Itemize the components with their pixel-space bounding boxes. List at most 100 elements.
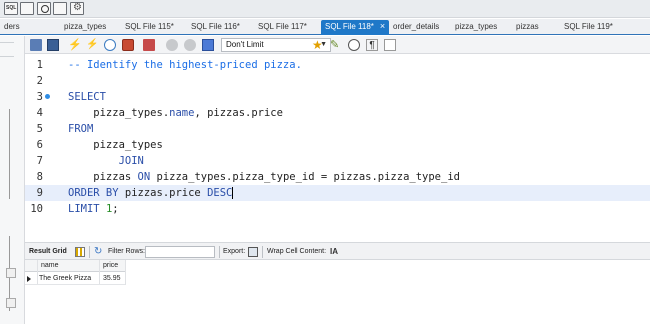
execute-icon[interactable]: ⚡ bbox=[68, 39, 82, 51]
divider bbox=[0, 42, 14, 43]
editor-toolbar: ⚡ ⚡ Don't Limit ▼ ★ ✎ ¶ bbox=[25, 36, 650, 54]
sql-keyword: JOIN bbox=[68, 155, 144, 167]
code-line[interactable]: 6 pizza_types bbox=[25, 137, 650, 153]
tab-sql-file-115[interactable]: SQL File 115* bbox=[121, 21, 174, 35]
toggle-output-icon[interactable] bbox=[143, 39, 155, 51]
current-row-marker-icon bbox=[27, 276, 31, 282]
sql-text: pizza_types.pizza_type_id = pizzas.pizza… bbox=[150, 171, 460, 183]
bookmark-icon[interactable]: ★ bbox=[312, 39, 324, 51]
open-folder-icon[interactable] bbox=[30, 39, 42, 51]
code-line[interactable]: 8 pizzas ON pizza_types.pizza_type_id = … bbox=[25, 169, 650, 185]
tab-sql-file-118[interactable]: SQL File 118* × bbox=[321, 20, 390, 35]
sql-editor[interactable]: 1 -- Identify the highest-priced pizza. 2 3… bbox=[25, 55, 650, 235]
tab-order-details[interactable]: order_details bbox=[389, 21, 439, 35]
save-icon[interactable] bbox=[47, 39, 59, 51]
line-number: 1 bbox=[36, 59, 43, 71]
invisible-chars-icon[interactable]: ¶ bbox=[366, 39, 378, 51]
tab-ders[interactable]: ders bbox=[0, 21, 20, 35]
open-sql-file-icon[interactable] bbox=[20, 2, 34, 15]
sql-text: pizza_types. bbox=[68, 107, 170, 119]
sql-keyword: SELECT bbox=[68, 91, 106, 103]
panel-toggle-icon[interactable] bbox=[6, 298, 16, 308]
sql-text: , pizzas.price bbox=[194, 107, 283, 119]
tab-label: SQL File 116* bbox=[191, 22, 240, 31]
sql-text: pizzas.price bbox=[118, 187, 208, 199]
table-row[interactable]: The Greek Pizza 35.95 bbox=[25, 273, 125, 285]
filter-rows-input[interactable] bbox=[145, 246, 215, 258]
code-line[interactable]: 1 -- Identify the highest-priced pizza. bbox=[25, 57, 650, 73]
tab-label: order_details bbox=[393, 22, 440, 31]
cell-price[interactable]: 35.95 bbox=[103, 273, 121, 285]
create-schema-icon[interactable] bbox=[53, 2, 67, 15]
line-number: 8 bbox=[36, 171, 43, 183]
tab-pizza-types[interactable]: pizza_types bbox=[60, 21, 106, 35]
tab-label: SQL File 119* bbox=[564, 22, 613, 31]
fold-marker-icon[interactable] bbox=[45, 94, 50, 99]
result-grid-tab[interactable]: Result Grid bbox=[29, 244, 67, 260]
find-icon[interactable] bbox=[348, 39, 360, 51]
navigator-panel bbox=[0, 36, 25, 324]
tab-pizzas[interactable]: pizzas bbox=[512, 21, 539, 35]
divider bbox=[89, 246, 90, 258]
line-number: 9 bbox=[36, 187, 43, 199]
code-line[interactable]: 10 LIMIT 1; bbox=[25, 201, 650, 217]
panel-toggle-icon[interactable] bbox=[6, 268, 16, 278]
explain-icon[interactable] bbox=[104, 39, 116, 51]
sql-comment: -- Identify the highest-priced pizza. bbox=[68, 59, 302, 71]
code-text: pizzas ON pizza_types.pizza_type_id = pi… bbox=[68, 169, 460, 185]
line-number: 6 bbox=[36, 139, 43, 151]
pane-splitter[interactable] bbox=[25, 235, 650, 242]
tab-label: ders bbox=[4, 22, 20, 31]
wrap-cell-label: Wrap Cell Content: bbox=[267, 248, 327, 255]
autocommit-icon[interactable] bbox=[202, 39, 214, 51]
code-text: JOIN bbox=[68, 153, 144, 169]
tree-line bbox=[9, 109, 10, 199]
code-line[interactable]: 2 bbox=[25, 73, 650, 89]
word-wrap-icon[interactable] bbox=[384, 39, 396, 51]
column-header-name[interactable]: name bbox=[41, 260, 59, 272]
line-number: 7 bbox=[36, 155, 43, 167]
code-line[interactable]: 5 FROM bbox=[25, 121, 650, 137]
grid-header: name price bbox=[25, 260, 125, 272]
commit-icon[interactable] bbox=[166, 39, 178, 51]
code-text: -- Identify the highest-priced pizza. bbox=[68, 57, 302, 73]
sql-keyword: ORDER BY bbox=[68, 187, 119, 199]
tab-sql-file-119[interactable]: SQL File 119* bbox=[560, 21, 613, 35]
text-caret bbox=[232, 187, 234, 199]
beautify-icon[interactable]: ✎ bbox=[330, 39, 342, 51]
line-number: 3 bbox=[36, 91, 43, 103]
execute-current-icon[interactable]: ⚡ bbox=[86, 39, 98, 51]
code-text: pizza_types bbox=[68, 137, 163, 153]
result-toolbar: Result Grid ↻ Filter Rows: Export: Wrap … bbox=[25, 242, 650, 260]
tab-label: SQL File 117* bbox=[258, 22, 307, 31]
code-line[interactable]: 7 JOIN bbox=[25, 153, 650, 169]
grid-view-icon[interactable] bbox=[75, 247, 85, 257]
sql-text: name bbox=[169, 107, 195, 119]
refresh-icon[interactable]: ↻ bbox=[94, 247, 104, 257]
tab-label: SQL File 115* bbox=[125, 22, 174, 31]
new-sql-tab-icon[interactable] bbox=[4, 2, 18, 15]
sql-keyword: FROM bbox=[68, 123, 94, 135]
code-line[interactable]: 4 pizza_types.name, pizzas.price bbox=[25, 105, 650, 121]
column-header-price[interactable]: price bbox=[103, 260, 118, 272]
wrap-cell-icon[interactable]: IA bbox=[330, 247, 340, 257]
tab-pizza-types-2[interactable]: pizza_types bbox=[451, 21, 497, 35]
sql-keyword: LIMIT bbox=[68, 203, 100, 215]
tab-label: pizzas bbox=[516, 22, 539, 31]
export-icon[interactable] bbox=[248, 247, 258, 257]
sql-keyword: DESC bbox=[207, 187, 233, 199]
rollback-icon[interactable] bbox=[184, 39, 196, 51]
code-text: FROM bbox=[68, 121, 93, 137]
inspector-icon[interactable] bbox=[37, 2, 51, 15]
code-line[interactable]: 3 SELECT bbox=[25, 89, 650, 105]
close-tab-icon[interactable]: × bbox=[380, 21, 385, 31]
cell-name[interactable]: The Greek Pizza bbox=[39, 273, 91, 285]
settings-icon[interactable] bbox=[70, 2, 84, 15]
code-line[interactable]: 9 ORDER BY pizzas.price DESC bbox=[25, 185, 650, 201]
tab-sql-file-116[interactable]: SQL File 116* bbox=[187, 21, 240, 35]
tab-sql-file-117[interactable]: SQL File 117* bbox=[254, 21, 307, 35]
result-grid: name price The Greek Pizza 35.95 bbox=[25, 260, 650, 324]
tab-label: pizza_types bbox=[455, 22, 498, 31]
divider bbox=[125, 260, 126, 285]
stop-icon[interactable] bbox=[122, 39, 134, 51]
